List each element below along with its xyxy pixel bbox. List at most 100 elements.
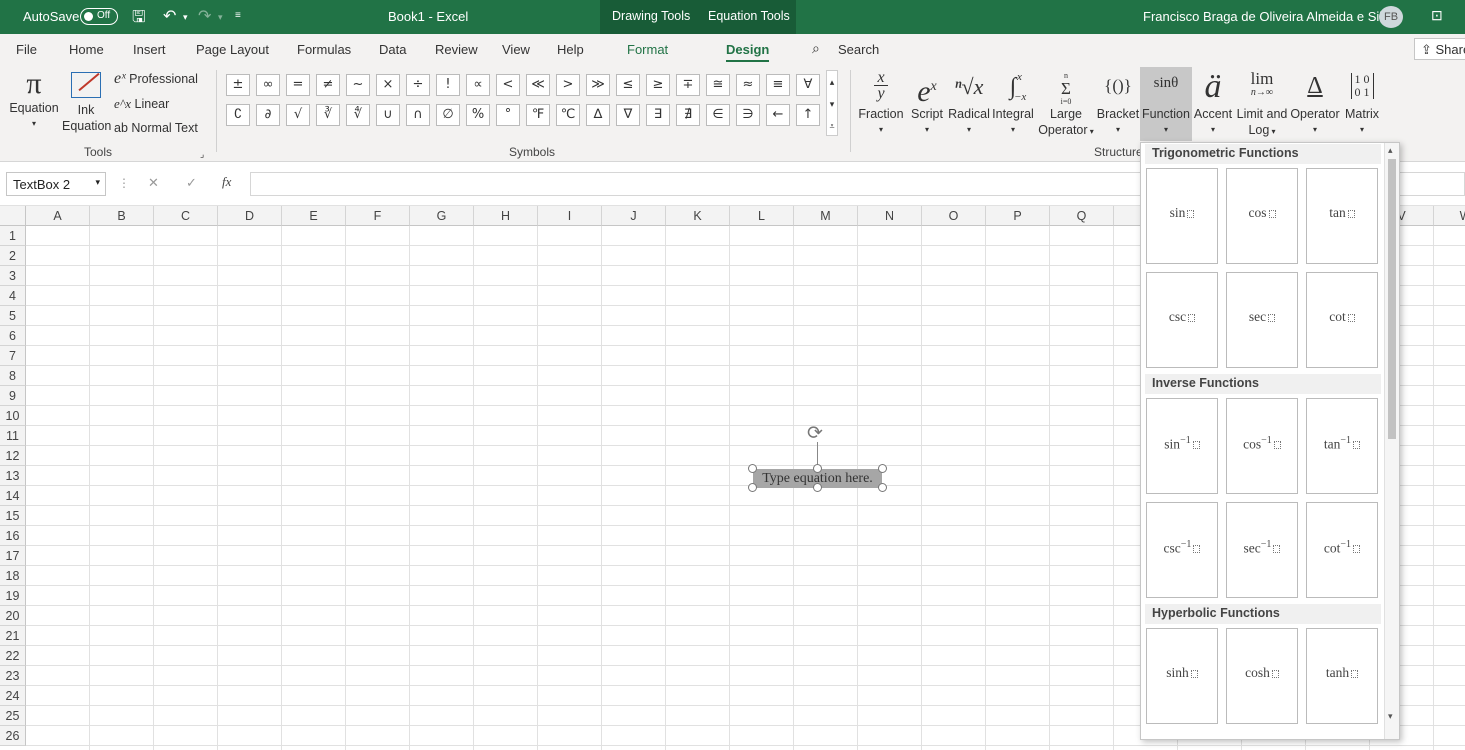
row-header[interactable]: 6 — [0, 326, 26, 346]
save-icon[interactable]: 🖫 — [132, 6, 146, 33]
radical-button[interactable]: ⁿ√x Radical ▾ — [948, 68, 990, 138]
symbol-button[interactable]: ∆ — [586, 104, 610, 126]
trig-csc-button[interactable]: csc — [1146, 272, 1218, 368]
autosave-toggle[interactable]: Off — [80, 8, 118, 25]
symbol-button[interactable]: ∪ — [376, 104, 400, 126]
undo-dropdown-icon[interactable]: ▾ — [183, 12, 188, 23]
tab-format[interactable]: Format — [627, 42, 668, 57]
symbol-button[interactable]: ∇ — [616, 104, 640, 126]
trig-sec-button[interactable]: sec — [1226, 272, 1298, 368]
normal-text-button[interactable]: ab Normal Text — [114, 120, 198, 136]
column-header[interactable]: W — [1434, 206, 1465, 226]
symbol-button[interactable]: ℉ — [526, 104, 550, 126]
column-header[interactable]: A — [26, 206, 90, 226]
customize-qat-icon[interactable]: ≡ — [235, 10, 241, 21]
matrix-button[interactable]: 1 00 1 Matrix ▾ — [1340, 68, 1384, 138]
search-box[interactable]: Search — [838, 42, 879, 57]
cancel-icon[interactable]: ✕ — [148, 175, 159, 191]
symbols-scroll[interactable]: ▴ ▾ ⩡ — [826, 70, 838, 136]
row-header[interactable]: 24 — [0, 686, 26, 706]
function-button[interactable]: sinθ Function ▾ — [1140, 67, 1192, 141]
symbol-button[interactable]: ∃ — [646, 104, 670, 126]
symbol-button[interactable]: ∞ — [256, 74, 280, 96]
undo-icon[interactable]: ↶ — [163, 6, 176, 26]
inverse-cos-button[interactable]: cos−1 — [1226, 398, 1298, 494]
symbol-button[interactable]: ± — [226, 74, 250, 96]
trig-sin-button[interactable]: sin — [1146, 168, 1218, 264]
resize-handle-n[interactable] — [813, 464, 822, 473]
user-name[interactable]: Francisco Braga de Oliveira Almeida e Si… — [1143, 9, 1396, 24]
row-header[interactable]: 13 — [0, 466, 26, 486]
column-header[interactable]: N — [858, 206, 922, 226]
resize-handle-se[interactable] — [878, 483, 887, 492]
symbol-button[interactable]: % — [466, 104, 490, 126]
inverse-sec-button[interactable]: sec−1 — [1226, 502, 1298, 598]
row-header[interactable]: 18 — [0, 566, 26, 586]
symbol-button[interactable]: = — [286, 74, 310, 96]
symbol-button[interactable]: √ — [286, 104, 310, 126]
row-header[interactable]: 26 — [0, 726, 26, 746]
symbol-button[interactable]: ≤ — [616, 74, 640, 96]
trig-cos-button[interactable]: cos — [1226, 168, 1298, 264]
redo-dropdown-icon[interactable]: ▾ — [218, 12, 223, 23]
scroll-down-icon[interactable]: ▾ — [1388, 711, 1393, 722]
symbol-button[interactable]: ≡ — [766, 74, 790, 96]
insert-function-icon[interactable]: fx — [222, 174, 231, 190]
column-header[interactable]: C — [154, 206, 218, 226]
symbol-button[interactable]: ~ — [346, 74, 370, 96]
symbol-button[interactable]: ∀ — [796, 74, 820, 96]
column-header[interactable]: D — [218, 206, 282, 226]
script-button[interactable]: ex Script ▾ — [906, 68, 948, 138]
trig-cot-button[interactable]: cot — [1306, 272, 1378, 368]
column-header[interactable]: H — [474, 206, 538, 226]
inverse-sin-button[interactable]: sin−1 — [1146, 398, 1218, 494]
large-operator-button[interactable]: n Σi=0 Large Operator ▾ — [1038, 68, 1094, 140]
column-header[interactable]: K — [666, 206, 730, 226]
symbol-button[interactable]: ∅ — [436, 104, 460, 126]
tab-design[interactable]: Design — [726, 42, 770, 62]
tab-file[interactable]: File — [16, 42, 37, 57]
share-button[interactable]: ⇪ Share — [1414, 38, 1465, 60]
hyperbolic-tanh-button[interactable]: tanh — [1306, 628, 1378, 724]
symbol-button[interactable]: > — [556, 74, 580, 96]
resize-handle-sw[interactable] — [748, 483, 757, 492]
scroll-thumb[interactable] — [1388, 159, 1396, 439]
symbol-button[interactable]: ∋ — [736, 104, 760, 126]
symbol-button[interactable]: ∁ — [226, 104, 250, 126]
operator-button[interactable]: Δ Operator ▾ — [1290, 68, 1340, 138]
symbol-button[interactable]: ↑ — [796, 104, 820, 126]
column-header[interactable]: M — [794, 206, 858, 226]
symbol-button[interactable]: ∈ — [706, 104, 730, 126]
symbol-button[interactable]: < — [496, 74, 520, 96]
tab-help[interactable]: Help — [557, 42, 584, 57]
column-header[interactable]: E — [282, 206, 346, 226]
tab-review[interactable]: Review — [435, 42, 478, 57]
row-header[interactable]: 19 — [0, 586, 26, 606]
select-all-corner[interactable] — [0, 206, 26, 226]
row-header[interactable]: 16 — [0, 526, 26, 546]
symbol-button[interactable]: ∂ — [256, 104, 280, 126]
symbol-button[interactable]: ∓ — [676, 74, 700, 96]
tab-home[interactable]: Home — [69, 42, 104, 57]
symbol-button[interactable]: ≥ — [646, 74, 670, 96]
row-header[interactable]: 21 — [0, 626, 26, 646]
row-header[interactable]: 11 — [0, 426, 26, 446]
hyperbolic-sinh-button[interactable]: sinh — [1146, 628, 1218, 724]
row-header[interactable]: 7 — [0, 346, 26, 366]
ribbon-display-icon[interactable]: ⊡ — [1431, 7, 1443, 24]
dialog-launcher-icon[interactable]: ⌟ — [200, 146, 204, 162]
resize-handle-ne[interactable] — [878, 464, 887, 473]
symbol-button[interactable]: ÷ — [406, 74, 430, 96]
row-header[interactable]: 5 — [0, 306, 26, 326]
column-header[interactable]: J — [602, 206, 666, 226]
rotate-handle-icon[interactable]: ⟳ — [807, 424, 823, 444]
inverse-csc-button[interactable]: csc−1 — [1146, 502, 1218, 598]
ink-equation-button[interactable]: Ink Equation — [62, 72, 111, 134]
symbol-button[interactable]: ≪ — [526, 74, 550, 96]
inverse-tan-button[interactable]: tan−1 — [1306, 398, 1378, 494]
row-header[interactable]: 2 — [0, 246, 26, 266]
row-header[interactable]: 25 — [0, 706, 26, 726]
column-header[interactable]: L — [730, 206, 794, 226]
row-header[interactable]: 22 — [0, 646, 26, 666]
linear-button[interactable]: e^x Linear — [114, 96, 169, 112]
